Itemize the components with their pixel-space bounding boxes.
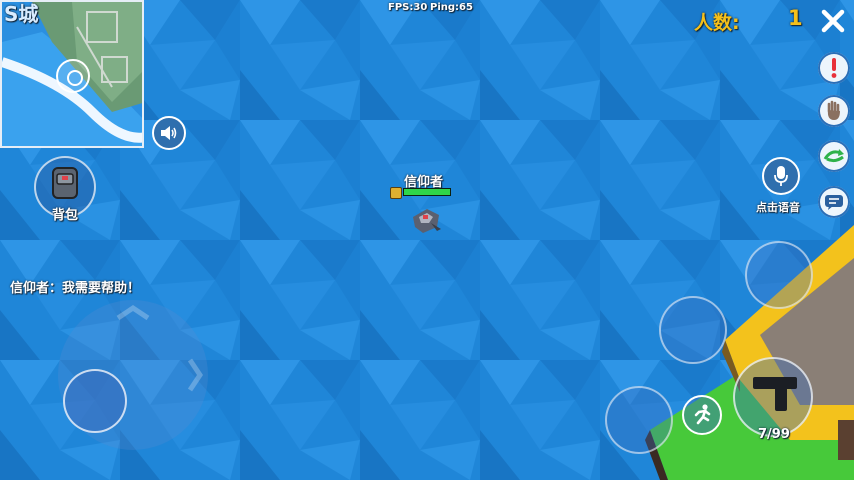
fire-button[interactable]	[733, 357, 813, 437]
fps-readout: FPS:30	[388, 2, 428, 13]
minimap-city-label: S城	[4, 2, 39, 26]
action-button-top[interactable]	[745, 241, 813, 309]
player-health-fill	[404, 189, 450, 195]
speaker-icon	[161, 126, 177, 140]
player-health-bar	[403, 188, 451, 196]
movement-joystick-knob[interactable]	[63, 369, 127, 433]
minimap[interactable]: S城	[0, 0, 144, 148]
close-icon	[821, 9, 845, 33]
hand-icon	[827, 100, 840, 120]
alert-button[interactable]	[818, 52, 850, 84]
player-count-label: 人数:	[694, 12, 740, 34]
compass-icon	[67, 70, 83, 86]
microphone-icon	[774, 166, 788, 186]
player-position-marker	[56, 59, 90, 93]
backpack-label: 背包	[52, 208, 79, 223]
chat-bubble-icon	[825, 195, 843, 210]
backpack-button[interactable]: 背包	[34, 156, 96, 223]
action-button-bottom-left[interactable]	[605, 386, 673, 454]
emote-button[interactable]	[818, 140, 850, 172]
pistol-icon	[753, 377, 797, 411]
player-count-value: 1	[788, 6, 803, 30]
chat-button[interactable]	[818, 186, 850, 218]
backpack-icon	[52, 167, 78, 199]
close-button[interactable]	[820, 8, 846, 34]
chat-message: 信仰者：我需要帮助！	[10, 281, 141, 296]
sprint-button[interactable]	[682, 395, 722, 435]
exclamation-icon	[831, 58, 837, 78]
action-button-middle[interactable]	[659, 296, 727, 364]
ammo-counter: 7/99	[758, 427, 790, 442]
running-man-icon	[694, 404, 711, 425]
voice-button[interactable]	[762, 157, 800, 195]
arrows-icon	[823, 149, 844, 163]
ping-readout: Ping:65	[430, 2, 473, 13]
sound-toggle-button[interactable]	[152, 116, 186, 150]
gesture-button[interactable]	[818, 95, 850, 127]
player-badge-icon	[390, 187, 402, 199]
voice-label: 点击语音	[756, 201, 800, 214]
player-character	[413, 209, 441, 233]
